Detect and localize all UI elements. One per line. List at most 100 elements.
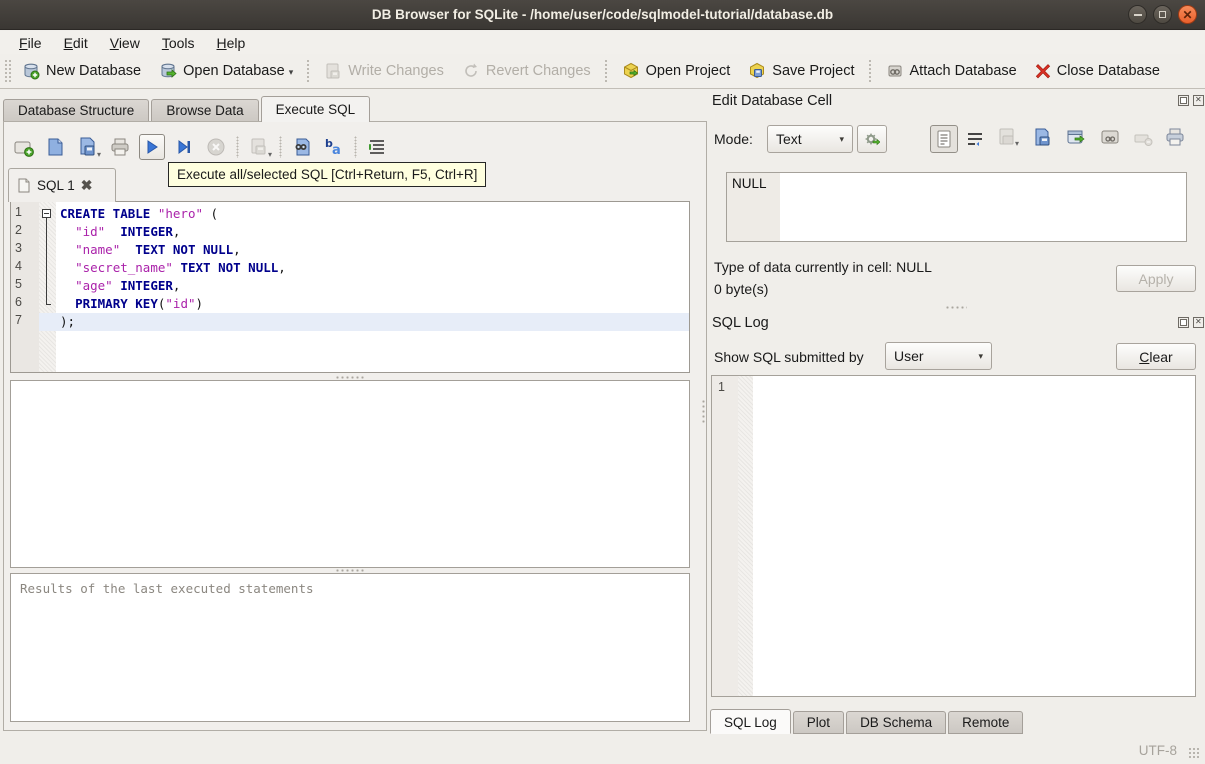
sql-log-dock-title: SQL Log [712,315,769,331]
format-indent-icon [369,140,384,154]
new-database-label: New Database [46,63,142,79]
log-filter-select[interactable]: User ▾ [885,342,992,370]
mode-select[interactable]: Text ▾ [767,125,853,153]
find-button[interactable] [289,134,315,160]
set-null-icon [1134,134,1153,146]
execute-tooltip: Execute all/selected SQL [Ctrl+Return, F… [168,162,487,187]
stop-icon [207,138,225,156]
results-grid-pane[interactable] [10,380,690,568]
close-button[interactable]: ✕ [1178,5,1197,24]
cell-size-info: 0 byte(s) [714,281,769,297]
minimize-button[interactable] [1128,5,1147,24]
open-sql-file-button[interactable] [43,134,69,160]
execute-line-button[interactable] [171,134,197,160]
find-in-sql-icon [295,138,310,156]
close-database-button[interactable]: Close Database [1026,58,1169,84]
clear-log-button[interactable]: Clear [1116,343,1196,370]
dock-close-icon[interactable] [1193,95,1204,106]
fold-collapse-icon[interactable] [42,209,51,218]
panel-splitter[interactable] [701,399,706,425]
auto-mode-button[interactable] [857,125,887,153]
resize-grip[interactable] [1188,747,1201,760]
toolbar-separator [867,59,873,83]
autocomplete-button[interactable]: ba [321,134,347,160]
code-area[interactable]: CREATE TABLE "hero" ( "id" INTEGER, "nam… [39,202,689,372]
sql-document-tab[interactable]: SQL 1 ✖ [8,168,116,202]
save-results-button: ▾ [246,134,272,160]
dock-float-icon[interactable] [1178,95,1189,106]
gear-icon [865,133,880,146]
export-cell-button[interactable] [1030,125,1054,149]
code-line: "age" INTEGER, [75,278,181,293]
sql-code-editor[interactable]: 1 2 3 4 5 6 7 CREATE TABLE "hero" ( "id"… [10,201,690,373]
save-sql-file-button[interactable]: ▾ [75,134,101,160]
open-file-icon [48,138,63,156]
chevron-down-icon: ▾ [978,350,983,361]
database-new-icon [24,63,40,80]
code-line: "name" TEXT NOT NULL, [75,242,241,257]
word-wrap-button[interactable] [963,127,987,151]
attach-database-button[interactable]: Attach Database [877,57,1026,85]
log-fold-margin [738,376,753,696]
cell-value-text: NULL [727,173,780,241]
print-cell-button[interactable] [1163,125,1187,149]
project-save-icon [750,62,765,79]
code-fold-margin[interactable] [39,202,56,372]
encoding-indicator[interactable]: UTF-8 [1139,743,1177,758]
write-changes-icon [326,63,340,79]
sql-toolbar: ▾ ▾ ba [8,130,393,164]
sql-tab-close-icon[interactable]: ✖ [81,177,93,194]
window-controls: ✕ [1128,5,1197,24]
open-database-label: Open Database [183,63,285,79]
save-file-icon [80,137,95,156]
log-text-area[interactable] [753,376,1195,696]
maximize-button[interactable] [1153,5,1172,24]
menu-view[interactable]: View [101,33,149,53]
line-number: 7 [15,313,22,327]
save-project-button[interactable]: Save Project [739,57,863,85]
open-database-button[interactable]: Open Database ▾ [150,57,302,85]
menu-tools[interactable]: Tools [153,33,204,53]
cell-edit-area[interactable] [780,173,1186,241]
printer-icon [1166,128,1184,146]
open-database-dropdown-caret[interactable]: ▾ [289,67,294,80]
revert-changes-button: Revert Changes [453,57,600,85]
maximize-icon [1159,11,1166,18]
database-open-icon [161,63,177,78]
cell-value-editor[interactable]: NULL [726,172,1187,242]
text-mode-button[interactable] [930,125,958,153]
print-sql-button[interactable] [107,134,133,160]
copy-url-button[interactable] [1098,125,1122,149]
dock-close-icon[interactable] [1193,317,1204,328]
tab-browse-data[interactable]: Browse Data [151,99,259,122]
menu-file[interactable]: File [10,33,51,53]
tab-database-structure[interactable]: Database Structure [3,99,150,122]
format-sql-button[interactable] [364,134,390,160]
menu-help[interactable]: Help [208,33,255,53]
menu-edit[interactable]: Edit [55,33,97,53]
save-dropdown-caret[interactable]: ▾ [97,150,101,159]
new-database-button[interactable]: New Database [13,57,150,85]
open-in-app-button[interactable] [1064,125,1088,149]
sql-toolbar-separator [279,136,282,158]
execute-all-button[interactable] [139,134,165,160]
attach-database-icon [888,65,901,77]
line-number: 3 [15,241,22,255]
execution-results-pane[interactable]: Results of the last executed statements [10,573,690,722]
tab-execute-sql[interactable]: Execute SQL [260,96,371,122]
link-icon [1101,130,1119,144]
close-icon: ✕ [1182,7,1193,22]
open-project-button[interactable]: Open Project [613,57,740,85]
log-filter-label: Show SQL submitted by [714,349,864,365]
dock-splitter[interactable] [945,305,967,310]
title-bar[interactable]: DB Browser for SQLite - /home/user/code/… [0,0,1205,30]
svg-text:a: a [332,143,341,158]
sql-log-view[interactable]: 1 [711,375,1196,697]
app-window: DB Browser for SQLite - /home/user/code/… [0,0,1205,764]
new-sql-tab-button[interactable] [11,134,37,160]
edit-cell-dock-controls [1178,95,1204,106]
toolbar-handle[interactable] [4,59,11,83]
fold-guide-line [46,218,47,304]
close-database-icon [1035,64,1050,79]
dock-float-icon[interactable] [1178,317,1189,328]
